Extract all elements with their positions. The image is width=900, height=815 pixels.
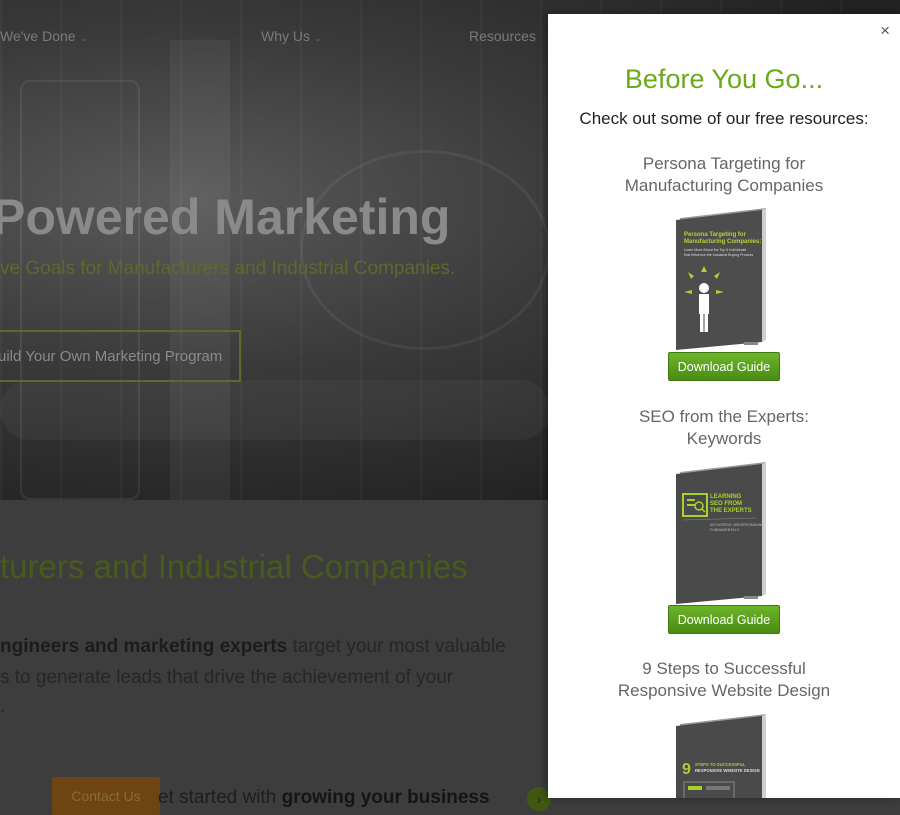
intro-text-line-2: s to generate leads that drive the achie…	[0, 667, 454, 688]
nav-item-why-us[interactable]: Why Us ⌄	[261, 28, 322, 44]
modal-title: Before You Go...	[624, 64, 824, 94]
svg-text:9: 9	[682, 761, 691, 778]
hero-image-duct	[0, 380, 550, 440]
resource-title-line: 9 Steps to Successful	[642, 659, 806, 678]
resource-title-line: SEO from the Experts:	[638, 407, 810, 426]
build-program-button[interactable]: uild Your Own Marketing Program	[0, 330, 241, 382]
svg-text:LEARNING: LEARNING	[710, 494, 742, 500]
intro-text-bold: ngineers and marketing experts	[0, 636, 288, 657]
chevron-down-icon: ⌄	[314, 33, 322, 43]
get-started-text: et started with growing your business	[158, 787, 490, 809]
resource-title-persona: Persona Targeting for Manufacturing Comp…	[548, 153, 900, 197]
nav-item-work[interactable]: We've Done ⌄	[0, 28, 87, 44]
svg-text:Learn More About the Top 5 Ind: Learn More About the Top 5 Individuals	[684, 248, 746, 252]
seo-ebook-cover[interactable]: LEARNING SEO FROM THE EXPERTS KEYWORDS: …	[674, 460, 774, 604]
nav-item-resources[interactable]: Resources	[469, 28, 536, 44]
chevron-down-icon: ⌄	[79, 33, 88, 43]
resource-title-seo: SEO from the Experts: Keywords	[548, 406, 900, 450]
get-started-bold: growing your business	[281, 787, 490, 808]
hero-subtitle: ve Goals for Manufacturers and Industria…	[0, 258, 456, 279]
nav-item-label: Why Us	[261, 28, 310, 44]
exit-intent-modal: × Before You Go... Check out some of our…	[548, 14, 900, 798]
svg-text:KEYWORDS: UNDERSTANDING: KEYWORDS: UNDERSTANDING	[710, 523, 764, 527]
resource-title-line: Manufacturing Companies	[624, 176, 824, 195]
nav-item-label: We've Done	[0, 28, 76, 44]
contact-us-button[interactable]: Contact Us	[52, 777, 160, 815]
persona-ebook-cover[interactable]: Persona Targeting for Manufacturing Comp…	[674, 206, 774, 350]
modal-subtitle: Check out some of our free resources:	[579, 109, 869, 128]
hero-title: Powered Marketing	[0, 189, 451, 245]
button-label: uild Your Own Marketing Program	[0, 348, 223, 365]
intro-text-line-3: .	[0, 696, 6, 717]
resource-title-responsive: 9 Steps to Successful Responsive Website…	[548, 658, 900, 702]
svg-text:SEO FROM: SEO FROM	[710, 501, 742, 507]
close-icon[interactable]: ×	[880, 21, 890, 41]
svg-text:STEPS TO SUCCESSFUL: STEPS TO SUCCESSFUL	[695, 762, 746, 767]
svg-text:RESPONSIVE WEBSITE DESIGN: RESPONSIVE WEBSITE DESIGN	[695, 768, 760, 773]
svg-text:that Influence the Industrial: that Influence the Industrial Buying Pro…	[684, 253, 753, 257]
resource-title-line: Keywords	[686, 429, 762, 448]
svg-text:Persona Targeting for: Persona Targeting for	[684, 232, 747, 238]
download-guide-button-persona[interactable]: Download Guide	[668, 352, 780, 381]
get-started-prefix: et started with	[158, 787, 282, 808]
hero-image-pipe	[300, 150, 550, 350]
resource-title-line: Responsive Website Design	[617, 681, 831, 700]
download-guide-button-seo[interactable]: Download Guide	[668, 605, 780, 634]
svg-text:Manufacturing Companies:: Manufacturing Companies:	[684, 239, 761, 245]
intro-text-rest: target your most valuable	[287, 636, 506, 657]
intro-title: turers and Industrial Companies	[0, 548, 468, 585]
responsive-ebook-cover[interactable]: 9 STEPS TO SUCCESSFUL RESPONSIVE WEBSITE…	[674, 712, 774, 798]
intro-text-line-1: ngineers and marketing experts target yo…	[0, 636, 506, 658]
nav-item-label: Resources	[469, 28, 536, 44]
resource-title-line: Persona Targeting for	[642, 154, 806, 173]
svg-text:FUNDAMENTALS: FUNDAMENTALS	[710, 528, 740, 532]
svg-text:THE EXPERTS: THE EXPERTS	[710, 508, 752, 514]
